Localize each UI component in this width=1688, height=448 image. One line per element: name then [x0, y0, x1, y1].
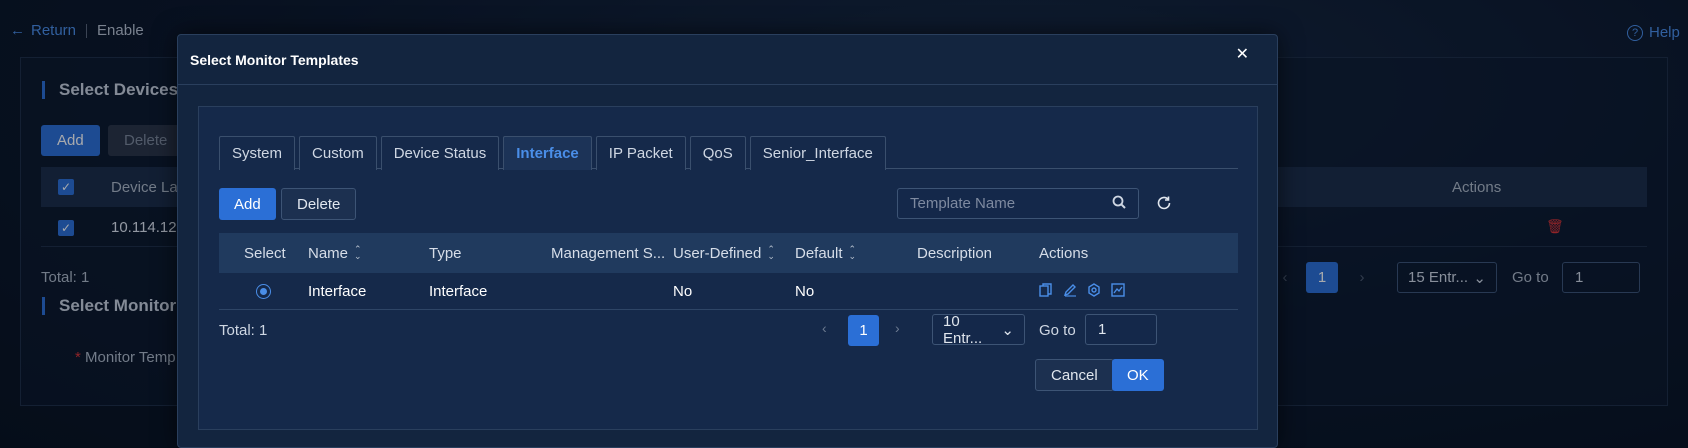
tab-device-status[interactable]: Device Status	[380, 136, 500, 170]
col-default[interactable]: Default ⌃ ⌄	[795, 233, 856, 273]
template-tabs: System Custom Device Status Interface IP…	[219, 136, 1238, 170]
total-count: Total: 1	[219, 322, 268, 339]
tab-custom[interactable]: Custom	[299, 136, 377, 170]
table-row[interactable]: Interface Interface No No	[219, 273, 1238, 310]
search-input[interactable]: Template Name	[910, 195, 1015, 212]
dialog-body: System Custom Device Status Interface IP…	[198, 106, 1258, 430]
sort-icon[interactable]: ⌃ ⌄	[767, 245, 775, 261]
chevron-down-icon: ⌄	[1001, 321, 1014, 339]
template-type: Interface	[429, 282, 488, 300]
col-description: Description	[917, 244, 993, 262]
sort-icon[interactable]: ⌃ ⌄	[849, 245, 857, 261]
search-icon[interactable]	[1112, 195, 1126, 213]
goto-input[interactable]: 1	[1085, 314, 1157, 345]
copy-icon[interactable]	[1039, 283, 1055, 299]
goto-label: Go to	[1039, 322, 1076, 339]
dialog-title: Select Monitor Templates	[178, 35, 1277, 85]
col-management: Management S...	[551, 244, 666, 262]
template-user-defined: No	[673, 282, 693, 300]
template-default: No	[795, 282, 815, 300]
template-name-search[interactable]: Template Name	[897, 188, 1139, 219]
row-radio[interactable]	[256, 273, 271, 309]
prev-page-icon[interactable]: ‹	[822, 320, 827, 336]
row-actions	[1039, 273, 1135, 309]
col-type: Type	[429, 244, 462, 262]
select-monitor-templates-dialog: Select Monitor Templates ✕ System Custom…	[177, 34, 1278, 448]
col-select: Select	[244, 244, 286, 262]
sort-icon[interactable]: ⌃ ⌄	[354, 245, 362, 261]
chart-icon[interactable]	[1111, 283, 1127, 299]
tab-ip-packet[interactable]: IP Packet	[595, 136, 686, 170]
col-actions: Actions	[1039, 244, 1089, 262]
cancel-button[interactable]: Cancel	[1035, 359, 1114, 391]
tab-interface[interactable]: Interface	[503, 136, 592, 170]
settings-icon[interactable]	[1087, 283, 1103, 299]
templates-table: Select Name ⌃ ⌄ Type Management S... User-…	[219, 233, 1238, 310]
tab-senior-interface[interactable]: Senior_Interface	[749, 136, 886, 170]
template-name-link[interactable]: Interface	[308, 273, 366, 309]
radio-selected-icon	[256, 283, 271, 299]
refresh-icon[interactable]	[1156, 195, 1172, 216]
col-name[interactable]: Name ⌃ ⌄	[308, 233, 362, 273]
delete-button[interactable]: Delete	[281, 188, 357, 220]
close-icon[interactable]: ✕	[1236, 44, 1249, 64]
edit-icon[interactable]	[1063, 283, 1079, 299]
add-button[interactable]: Add	[219, 188, 276, 220]
page-number[interactable]: 1	[848, 315, 879, 346]
table-header: Select Name ⌃ ⌄ Type Management S... User-…	[219, 233, 1238, 273]
tab-qos[interactable]: QoS	[689, 136, 746, 170]
ok-button[interactable]: OK	[1112, 359, 1164, 391]
page-size-select[interactable]: 10 Entr... ⌄	[932, 313, 1025, 347]
next-page-icon[interactable]: ›	[895, 320, 900, 336]
col-user-defined[interactable]: User-Defined ⌃ ⌄	[673, 233, 775, 273]
tab-system[interactable]: System	[219, 136, 296, 170]
